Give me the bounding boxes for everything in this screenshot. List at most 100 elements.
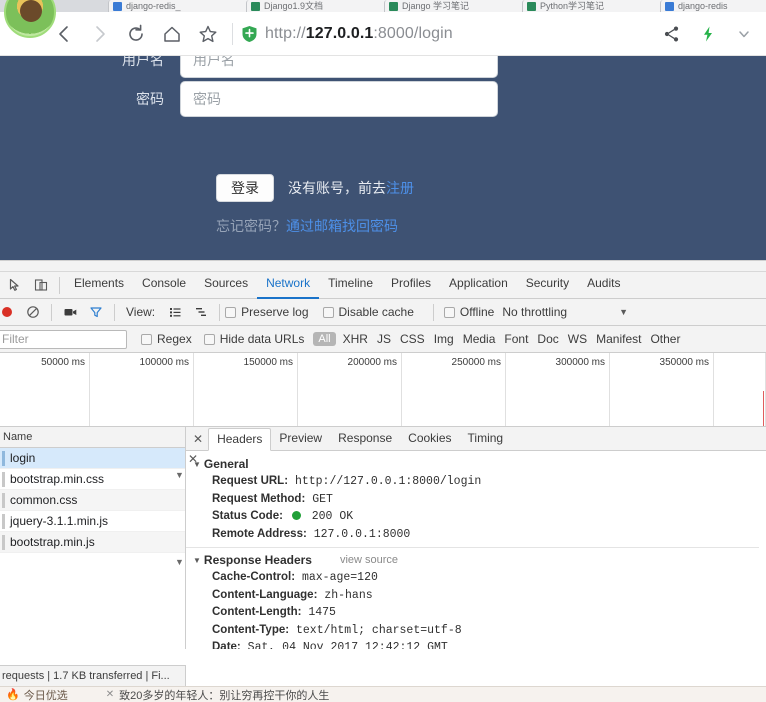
regex-checkbox[interactable]: Regex bbox=[141, 332, 192, 346]
header-key: Request URL: bbox=[212, 475, 289, 487]
network-filter-bar: Filter Regex Hide data URLs All XHR JS C… bbox=[0, 326, 766, 353]
filter-type-manifest[interactable]: Manifest bbox=[596, 332, 641, 346]
request-list-close-icon[interactable]: ✕ bbox=[188, 452, 198, 466]
devtools-tab-application[interactable]: Application bbox=[440, 271, 517, 299]
chevron-down-icon[interactable]: ▼ bbox=[175, 557, 184, 567]
filter-type-media[interactable]: Media bbox=[463, 332, 496, 346]
offline-checkbox[interactable]: Offline bbox=[443, 305, 494, 319]
waterfall-view-icon[interactable] bbox=[188, 299, 214, 325]
detail-tab-preview[interactable]: Preview bbox=[271, 427, 330, 451]
devtools-tab-security[interactable]: Security bbox=[517, 271, 578, 299]
header-value: zh-hans bbox=[324, 588, 373, 602]
table-row[interactable]: login bbox=[0, 448, 185, 469]
browser-tab[interactable]: Python学习笔记 bbox=[522, 0, 672, 12]
forgot-password-row: 忘记密码？通过邮箱找回密码 bbox=[216, 216, 398, 236]
table-row[interactable]: bootstrap.min.js bbox=[0, 532, 185, 553]
toolbar-divider bbox=[432, 303, 434, 321]
disable-cache-label: Disable cache bbox=[338, 305, 414, 319]
table-row[interactable]: jquery-3.1.1.min.js bbox=[0, 511, 185, 532]
devtools-tab-sources[interactable]: Sources bbox=[195, 271, 257, 299]
devtools-tab-profiles[interactable]: Profiles bbox=[382, 271, 440, 299]
header-key: Request Method: bbox=[212, 492, 306, 505]
chevron-down-icon[interactable] bbox=[726, 16, 762, 52]
devtools-tab-audits[interactable]: Audits bbox=[578, 271, 629, 299]
devtools-tab-timeline[interactable]: Timeline bbox=[319, 271, 382, 299]
timeline-tick: 150000 ms bbox=[194, 353, 298, 426]
promo-news-text[interactable]: 致20多岁的年轻人：别让穷再控干你的人生 bbox=[119, 687, 329, 702]
home-icon[interactable] bbox=[154, 16, 190, 52]
network-timeline-overview[interactable]: 50000 ms 100000 ms 150000 ms 200000 ms 2… bbox=[0, 353, 766, 427]
forgot-password-link[interactable]: 通过邮箱找回密码 bbox=[286, 218, 398, 234]
filter-type-all[interactable]: All bbox=[313, 332, 336, 346]
devtools-tab-elements[interactable]: Elements bbox=[65, 271, 133, 299]
view-source-link[interactable]: view source bbox=[340, 552, 398, 569]
reload-icon[interactable] bbox=[118, 16, 154, 52]
disable-cache-checkbox[interactable]: Disable cache bbox=[322, 305, 414, 319]
close-icon[interactable]: ✕ bbox=[106, 689, 114, 700]
timeline-tick bbox=[714, 353, 766, 426]
header-row: Content-Length: 1475 bbox=[186, 604, 766, 622]
table-row[interactable]: common.css bbox=[0, 490, 185, 511]
request-list-panel: Name login bootstrap.min.css common.css … bbox=[0, 427, 186, 649]
address-bar[interactable]: http://127.0.0.1:8000/login bbox=[241, 25, 654, 43]
record-circle-icon[interactable] bbox=[0, 299, 20, 325]
detail-tab-headers[interactable]: Headers bbox=[208, 427, 272, 451]
throttling-select[interactable]: No throttling ▼ bbox=[502, 305, 628, 319]
promo-label[interactable]: 今日优选 bbox=[24, 687, 68, 702]
timeline-tick: 100000 ms bbox=[90, 353, 194, 426]
preserve-log-checkbox[interactable]: Preserve log bbox=[225, 305, 309, 319]
browser-tab[interactable]: Django 学习笔记 bbox=[384, 0, 534, 12]
filter-type-ws[interactable]: WS bbox=[568, 332, 587, 346]
password-input[interactable]: 密码 bbox=[180, 81, 498, 117]
register-link[interactable]: 注册 bbox=[386, 180, 414, 196]
devtools-panel: Elements Console Sources Network Timelin… bbox=[0, 260, 766, 702]
hide-data-urls-checkbox[interactable]: Hide data URLs bbox=[203, 332, 304, 346]
detail-tab-response[interactable]: Response bbox=[330, 427, 400, 451]
checkbox-box bbox=[203, 333, 215, 345]
filter-type-img[interactable]: Img bbox=[434, 332, 454, 346]
username-input[interactable]: 用户名 bbox=[180, 56, 498, 78]
clear-no-entry-icon[interactable] bbox=[20, 299, 46, 325]
regex-label: Regex bbox=[157, 332, 192, 346]
network-status-bar: requests | 1.7 KB transferred | Fi... bbox=[0, 665, 186, 686]
browser-tab[interactable]: django-redis_ bbox=[108, 0, 258, 12]
filter-input[interactable]: Filter bbox=[0, 329, 127, 349]
filter-type-doc[interactable]: Doc bbox=[537, 332, 558, 346]
header-key: Status Code: bbox=[212, 510, 283, 522]
timeline-tick-label: 300000 ms bbox=[555, 357, 605, 368]
filter-type-js[interactable]: JS bbox=[377, 332, 391, 346]
triangle-down-icon: ▼ bbox=[193, 556, 201, 565]
login-button[interactable]: 登录 bbox=[216, 174, 274, 202]
filter-type-css[interactable]: CSS bbox=[400, 332, 425, 346]
browser-tab[interactable]: Django1.9文档 bbox=[246, 0, 396, 12]
filter-type-font[interactable]: Font bbox=[504, 332, 528, 346]
funnel-icon[interactable] bbox=[83, 299, 109, 325]
filter-type-other[interactable]: Other bbox=[650, 332, 680, 346]
toolbar-divider bbox=[59, 276, 60, 294]
camera-icon[interactable] bbox=[57, 299, 83, 325]
general-label: General bbox=[203, 457, 249, 471]
device-toolbar-icon[interactable] bbox=[28, 272, 54, 298]
list-view-icon[interactable] bbox=[162, 299, 188, 325]
request-name: bootstrap.min.css bbox=[10, 472, 105, 486]
detail-tab-cookies[interactable]: Cookies bbox=[400, 427, 459, 451]
header-row: Cache-Control: max-age=120 bbox=[186, 569, 766, 587]
forward-arrow-icon[interactable] bbox=[82, 16, 118, 52]
navbar-right-actions bbox=[654, 16, 766, 52]
chevron-up-icon[interactable]: ▼ bbox=[175, 470, 184, 480]
filter-type-xhr[interactable]: XHR bbox=[343, 332, 368, 346]
response-headers-section-title[interactable]: ▼ Response Headers view source bbox=[186, 552, 766, 569]
detail-tab-timing[interactable]: Timing bbox=[460, 427, 512, 451]
devtools-tab-network[interactable]: Network bbox=[257, 271, 320, 299]
star-icon[interactable] bbox=[190, 16, 226, 52]
general-section-title[interactable]: ▼ General bbox=[186, 456, 766, 473]
lightning-icon[interactable] bbox=[690, 16, 726, 52]
view-label: View: bbox=[126, 305, 156, 319]
share-icon[interactable] bbox=[654, 16, 690, 52]
header-key: Cache-Control: bbox=[212, 571, 296, 583]
close-icon[interactable]: ✕ bbox=[188, 432, 208, 446]
table-row[interactable]: bootstrap.min.css bbox=[0, 469, 185, 490]
browser-tab[interactable]: django-redis bbox=[660, 0, 766, 12]
devtools-tab-console[interactable]: Console bbox=[133, 271, 195, 299]
inspect-cursor-icon[interactable] bbox=[2, 272, 28, 298]
